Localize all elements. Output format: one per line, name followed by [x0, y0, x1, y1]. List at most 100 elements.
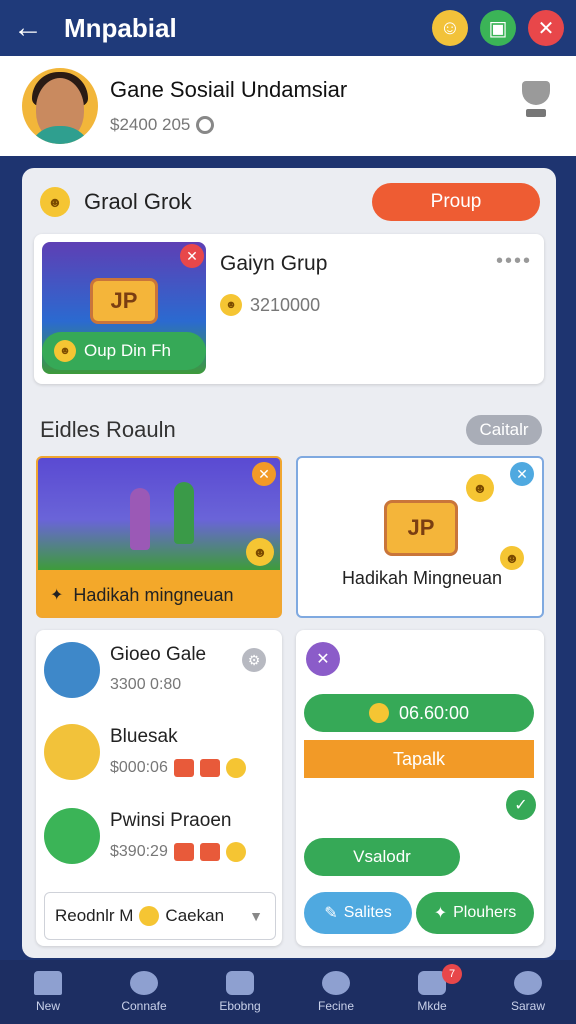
coin-emoji-icon: ☻	[500, 546, 524, 570]
avatar	[44, 642, 100, 698]
group-card-count-value: 3210000	[250, 294, 321, 315]
shop-icon[interactable]: ▣	[480, 10, 516, 46]
back-arrow-icon[interactable]: ←	[0, 0, 56, 56]
settings-icon	[322, 971, 350, 995]
gift-icon	[173, 759, 194, 777]
bottom-nav: New Connafe Ebobng Fecine 7 Mkde Saraw	[0, 960, 576, 1024]
leaderboard-value-text: 3300 0:80	[110, 676, 182, 693]
coin-emoji-icon	[368, 703, 389, 723]
close-icon[interactable]: ✕	[528, 10, 564, 46]
leaderboard-card: Gioeo Gale 3300 0:80 ⚙ Bluesak $000:06 P…	[36, 630, 282, 946]
gift-icon	[199, 759, 220, 777]
balance-value: $2400 205	[110, 115, 191, 134]
actions-card: ✕ 06.60:00 Tapalk ✓ Vsalodr ✎ Salites ✦ …	[296, 630, 544, 946]
avatar-icon[interactable]: ☺	[432, 10, 468, 46]
section-header: Eidles Roauln Caitalr	[40, 412, 542, 448]
home-icon	[34, 971, 62, 995]
leaderboard-row[interactable]: Gioeo Gale 3300 0:80 ⚙	[44, 636, 274, 706]
green-action-button[interactable]: ✦ Plouhers	[416, 892, 534, 934]
leaderboard-select-value: Caekan	[165, 906, 225, 925]
gift-icon: ✦	[433, 905, 448, 922]
coin-emoji-icon	[225, 842, 246, 862]
group-card-badge: JP	[90, 278, 158, 324]
nav-item-fecine[interactable]: Fecine	[288, 960, 384, 1024]
gift-icon	[173, 843, 194, 861]
coin-emoji-icon: ☻	[246, 538, 274, 566]
nav-item-ebobng[interactable]: Ebobng	[192, 960, 288, 1024]
nav-item-connafe[interactable]: Connafe	[96, 960, 192, 1024]
coin-emoji-icon: ☻	[54, 340, 76, 362]
gift-card-1-image: ☻ ✕	[38, 458, 280, 570]
coin-emoji-icon: ☻	[220, 294, 242, 316]
coin-emoji-icon	[225, 758, 246, 778]
group-card-name: Gaiyn Grup	[220, 252, 328, 275]
leaderboard-value: $390:29	[110, 842, 246, 862]
nav-label: New	[35, 999, 60, 1013]
group-card-count: ☻ 3210000	[220, 294, 320, 316]
more-options-icon[interactable]: ••••	[496, 250, 532, 273]
dice-icon	[226, 971, 254, 995]
main-panel: ☻ Graol Grok Proup JP ✕ ☻ Oup Din Fh Gai…	[22, 168, 556, 958]
leaderboard-value: $000:06	[110, 758, 246, 778]
app-title: Mnpabial	[64, 12, 177, 43]
notification-badge: 7	[442, 964, 462, 984]
section-button[interactable]: Caitalr	[466, 415, 542, 445]
amount-button[interactable]: 06.60:00	[304, 694, 534, 732]
nav-label: Ebobng	[219, 999, 261, 1013]
settings-icon[interactable]: ⚙	[242, 648, 266, 672]
gift-card-2-chest: JP	[384, 500, 458, 556]
coin-emoji-icon: ☻	[466, 474, 494, 502]
join-group-button[interactable]: ☻ Oup Din Fh	[42, 332, 206, 370]
gift-icon: ✦	[50, 587, 64, 604]
gift-card-2-label: Hadikah Mingneuan	[341, 568, 503, 588]
leaderboard-name: Gioeo Gale	[110, 644, 207, 665]
pencil-icon: ✎	[324, 905, 338, 922]
section-title: Eidles Roauln	[40, 417, 176, 442]
gift-card-2[interactable]: JP ☻ ☻ ✕ Hadikah Mingneuan	[296, 456, 544, 618]
leaderboard-value-text: $000:06	[110, 759, 168, 776]
leaderboard-value: 3300 0:80	[110, 676, 181, 694]
nav-label: Saraw	[510, 999, 545, 1013]
group-title: Graol Grok	[84, 189, 192, 214]
leaderboard-row[interactable]: Bluesak $000:06	[44, 718, 274, 788]
trophy-icon[interactable]	[516, 81, 556, 131]
nav-item-saraw[interactable]: Saraw	[480, 960, 576, 1024]
people-icon	[130, 971, 158, 995]
leaderboard-name: Pwinsi Praoen	[110, 810, 232, 831]
leaderboard-row[interactable]: Pwinsi Praoen $390:29	[44, 802, 274, 872]
person-figure	[174, 482, 194, 544]
close-icon[interactable]: ✕	[180, 244, 204, 268]
avatar	[44, 808, 100, 864]
gift-icon	[199, 843, 220, 861]
gift-card-1-label: Hadikah mingneuan	[73, 584, 234, 605]
nav-label: Mkde	[417, 999, 447, 1013]
profile-balance: $2400 205	[110, 115, 516, 135]
leaderboard-name: Bluesak	[110, 726, 178, 747]
profile-icon	[514, 971, 542, 995]
validate-button[interactable]: Vsalodr	[304, 838, 460, 876]
amount-value: 06.60:00	[398, 702, 470, 723]
group-button[interactable]: Proup	[372, 183, 540, 221]
close-icon[interactable]: ✕	[510, 462, 534, 486]
nav-item-new[interactable]: New	[0, 960, 96, 1024]
chevron-down-icon: ▼	[249, 908, 263, 924]
profile-avatar[interactable]	[22, 68, 98, 144]
leaderboard-select[interactable]: Reodnlr M Caekan ▼	[44, 892, 276, 940]
check-icon[interactable]: ✓	[506, 790, 536, 820]
gift-card-1-label-row: ✦ Hadikah mingneuan	[38, 570, 280, 616]
green-action-label: Plouhers	[453, 904, 517, 921]
coin-emoji-icon	[139, 906, 160, 926]
gift-card-1[interactable]: ☻ ✕ ✦ Hadikah mingneuan	[36, 456, 282, 618]
avatar	[44, 724, 100, 780]
orange-action-button[interactable]: Tapalk	[304, 740, 534, 778]
leaderboard-value-text: $390:29	[110, 843, 168, 860]
tools-icon[interactable]: ✕	[306, 642, 340, 676]
nav-item-mkde[interactable]: 7 Mkde	[384, 960, 480, 1024]
leaderboard-select-label: Reodnlr M	[55, 906, 134, 925]
globe-icon	[196, 116, 215, 134]
group-card[interactable]: JP ✕ ☻ Oup Din Fh Gaiyn Grup ☻ 3210000 •…	[34, 234, 544, 384]
blue-action-button[interactable]: ✎ Salites	[304, 892, 412, 934]
close-icon[interactable]: ✕	[252, 462, 276, 486]
nav-label: Connafe	[121, 999, 167, 1013]
top-bar: ← Mnpabial ☺ ▣ ✕	[0, 0, 576, 56]
